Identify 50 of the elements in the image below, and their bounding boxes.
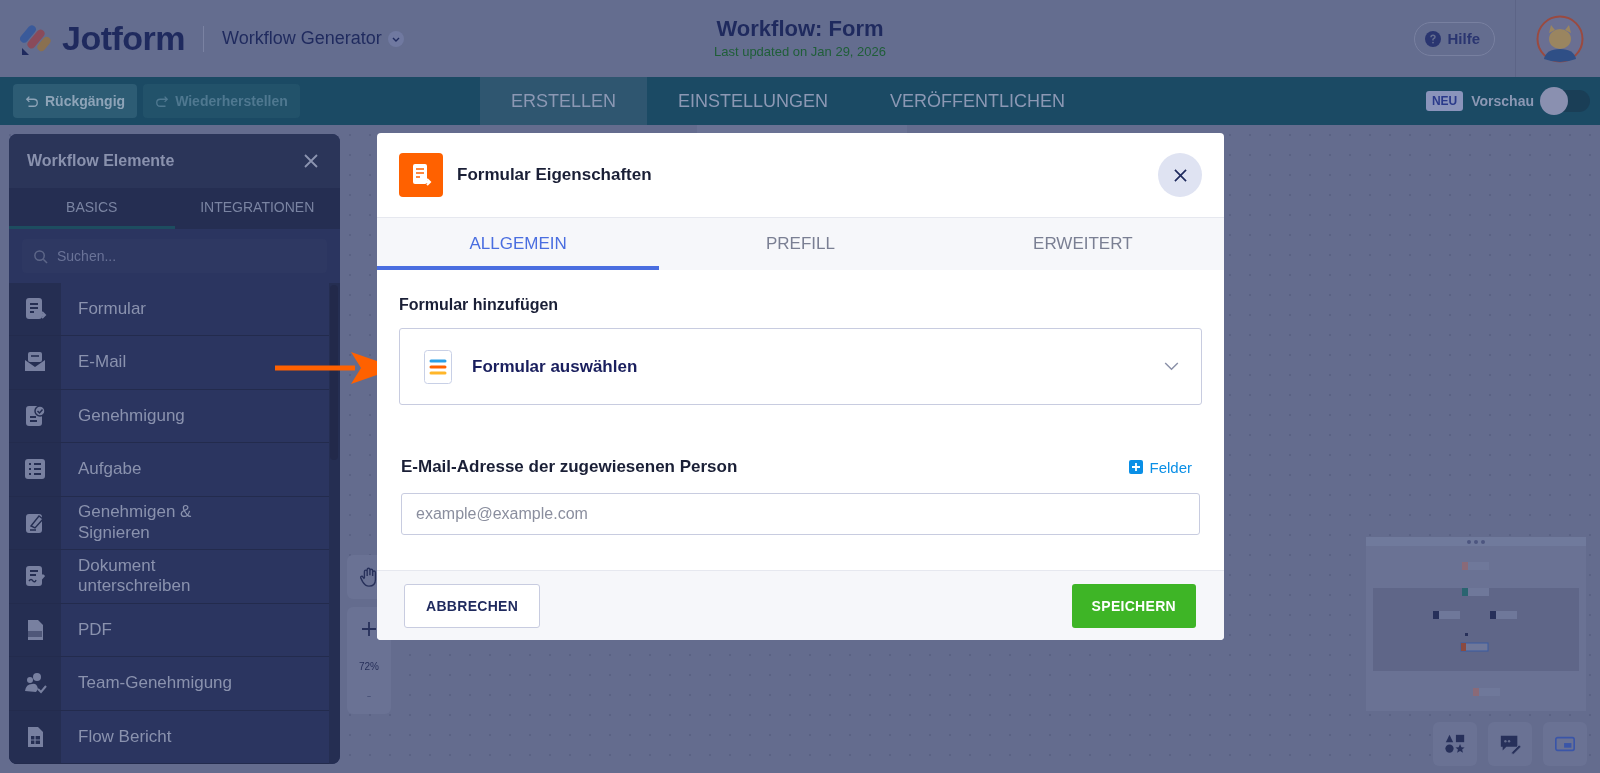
preview-toggle[interactable] — [1542, 90, 1590, 112]
nav-tab[interactable]: EINSTELLUNGEN — [647, 77, 860, 125]
close-button[interactable] — [1158, 153, 1202, 197]
dialog-tab[interactable]: ALLGEMEIN — [377, 218, 660, 270]
undo-button[interactable]: Rückgängig — [13, 84, 138, 118]
preview-label: Vorschau — [1471, 93, 1534, 109]
redo-icon — [155, 94, 170, 108]
field-label: E-Mail-Adresse der zugewiesenen Person — [401, 457, 738, 477]
form-list-icon — [424, 349, 452, 384]
plus-icon — [361, 621, 377, 637]
product-menu[interactable]: Workflow Generator — [222, 28, 404, 49]
dialog-title: Formular Eigenschaften — [457, 165, 653, 185]
shapes-button[interactable] — [1433, 722, 1477, 766]
form-icon — [399, 153, 443, 197]
nav-tab[interactable]: VERÖFFENTLICHEN — [859, 77, 1097, 125]
search-icon — [33, 248, 48, 264]
workflow-title: Workflow: Form — [716, 16, 884, 42]
form-select[interactable]: Formular auswählen — [399, 328, 1202, 405]
panel-tab[interactable]: BASICS — [9, 188, 175, 229]
logo-text[interactable]: Jotform — [62, 19, 186, 58]
last-updated-text: Last updated on Jan 29, 2026 — [713, 44, 886, 59]
panel-tab[interactable]: INTEGRATIONEN — [174, 188, 340, 229]
comment-edit-icon — [1499, 733, 1521, 755]
plus-icon — [1129, 460, 1144, 474]
email-field[interactable]: example@example.com — [401, 493, 1200, 535]
cancel-button[interactable]: ABBRECHEN — [404, 583, 541, 628]
question-icon — [1425, 30, 1442, 47]
new-badge: NEU — [1425, 91, 1464, 111]
shapes-icon — [1444, 733, 1466, 755]
add-fields-link[interactable]: Felder — [1129, 458, 1192, 476]
close-icon — [1173, 168, 1187, 182]
dialog-tab[interactable]: ERWEITERT — [941, 218, 1224, 270]
close-icon[interactable] — [303, 153, 319, 169]
chevron-down-icon — [1164, 362, 1179, 371]
zoom-level: 72% — [359, 661, 379, 672]
checklist-icon — [23, 457, 47, 482]
form-icon — [23, 296, 47, 321]
save-button[interactable]: SPEICHERN — [1071, 583, 1196, 628]
panel-title: Workflow Elemente — [27, 152, 175, 170]
avatar-icon[interactable] — [1536, 14, 1584, 63]
section-label: Formular hinzufügen — [399, 296, 560, 314]
undo-icon — [25, 94, 39, 108]
approval-icon — [23, 403, 47, 428]
nav-tab[interactable]: ERSTELLEN — [480, 77, 648, 125]
dialog-tab[interactable]: PREFILL — [659, 218, 942, 270]
scrollbar[interactable] — [330, 284, 338, 460]
comment-button[interactable] — [1488, 722, 1532, 766]
document-sign-icon — [23, 564, 47, 589]
caret-icon — [387, 30, 404, 47]
team-icon — [23, 671, 47, 696]
